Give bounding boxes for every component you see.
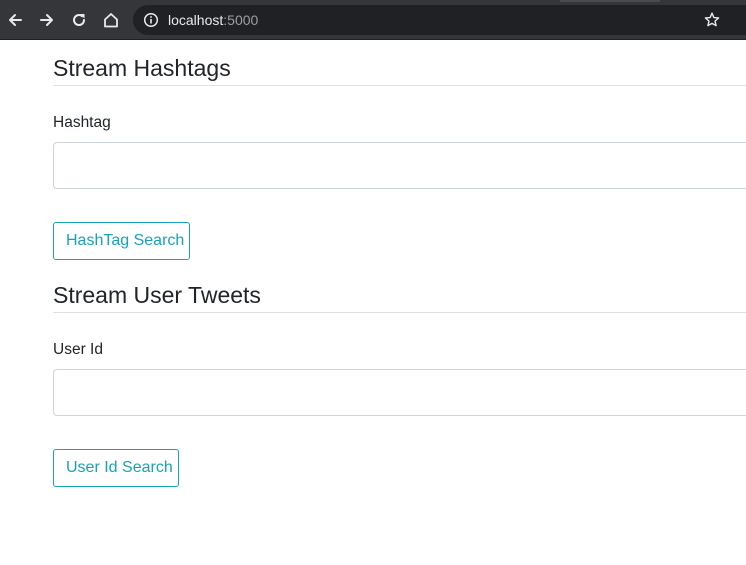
user-id-input[interactable] [53,369,746,416]
hashtag-search-button[interactable]: HashTag Search [53,222,190,260]
browser-toolbar: localhost:5000 [0,0,746,40]
url-text[interactable]: localhost:5000 [168,12,258,28]
user-id-search-button[interactable]: User Id Search [53,449,179,487]
info-icon[interactable] [143,12,159,28]
reload-button[interactable] [65,6,93,34]
back-button[interactable] [1,6,29,34]
url-host: localhost [168,12,224,28]
hashtags-section-divider [53,85,746,86]
hashtag-field-label: Hashtag [53,114,111,131]
user-tweets-section-title: Stream User Tweets [53,282,261,308]
hashtags-section-title: Stream Hashtags [53,55,231,81]
bookmark-star-icon[interactable] [703,11,721,29]
home-button[interactable] [97,6,125,34]
back-icon [9,14,22,26]
forward-icon [40,14,53,26]
home-icon [104,13,118,28]
user-id-field-label: User Id [53,341,103,358]
hashtag-input[interactable] [53,142,746,189]
forward-button[interactable] [33,6,61,34]
tab-strip-edge [560,0,660,2]
address-bar[interactable]: localhost:5000 [133,5,746,35]
reload-icon [73,14,86,26]
user-tweets-section-divider [53,312,746,313]
url-port: :5000 [223,12,259,28]
